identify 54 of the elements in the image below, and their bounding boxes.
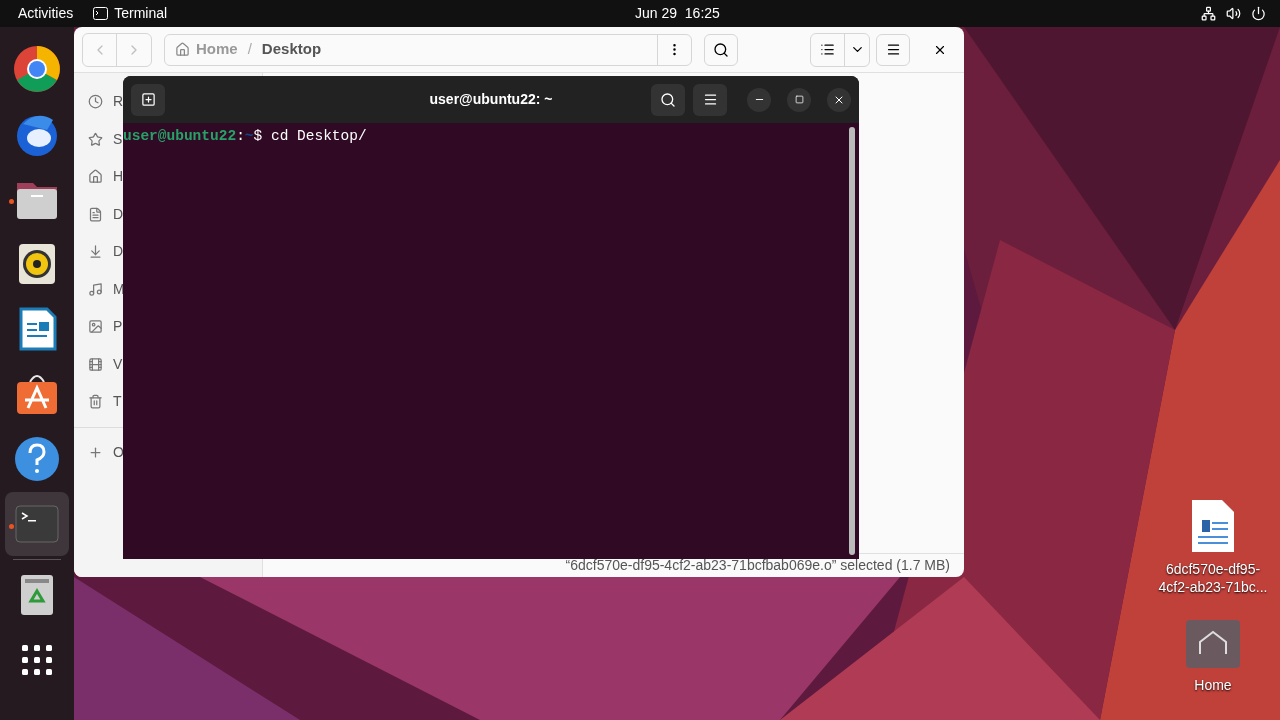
home-icon [175,42,190,57]
recent-icon [88,94,103,110]
search-icon [660,91,676,108]
starred-icon [88,131,103,147]
documents-icon [88,206,103,222]
home-icon [88,169,103,185]
scrollbar[interactable] [849,127,855,555]
home-folder-icon[interactable] [1184,618,1242,670]
activities-button[interactable]: Activities [18,3,74,24]
pictures-icon [88,319,103,335]
sidebar-item[interactable]: H [74,158,124,196]
terminal-line: user@ubuntu22:~$ cd Desktop/ [123,127,368,146]
search-button[interactable] [704,33,738,66]
maximize-icon [794,95,804,104]
path-separator: / [247,39,252,60]
maximize-button[interactable] [787,87,811,112]
chrome-icon [13,45,61,93]
downloads-icon [88,244,103,260]
sidebar-item[interactable]: V [74,345,123,383]
menu-icon [885,42,901,57]
search-icon [713,41,729,58]
icon-label: 6dcf570e-df95- 4cf2-ab23-71bc... [1158,560,1268,596]
videos-icon [88,356,103,372]
path-segment[interactable]: Desktop [261,38,322,61]
music-icon [88,281,103,297]
terminal-icon [93,7,109,20]
icon-label: Home [1194,676,1232,694]
trash-icon [88,394,103,410]
path-bar[interactable]: Home / Desktop [164,33,692,66]
clock[interactable]: Jun 29 16:25 [635,3,720,24]
other-icon [88,444,103,460]
menu-button[interactable] [693,83,727,116]
volume-icon[interactable] [1226,6,1241,21]
new-tab-button[interactable] [131,83,165,116]
sidebar-item[interactable]: S [74,120,123,158]
sidebar-item[interactable]: P [74,308,123,346]
menu-button[interactable] [876,33,910,66]
sidebar-item[interactable]: D [74,195,124,233]
new-tab-icon [140,92,156,107]
menu-icon [702,92,718,107]
help-icon [13,435,61,483]
network-icon[interactable] [1201,6,1216,21]
sidebar-item[interactable]: R [74,83,124,121]
document-icon[interactable] [1190,498,1236,554]
status-text: “6dcf570e-df95-4cf2-ab23-71bcfbab069e.o” selected (1.7 MB) [565,556,950,575]
app-grid-icon [20,643,54,677]
window-title: user@ubuntu22: ~ [429,90,553,109]
sidebar-item[interactable]: O [74,433,124,471]
sidebar-item[interactable]: D [74,233,124,271]
search-button[interactable] [651,83,685,116]
power-icon[interactable] [1251,6,1266,21]
app-menu[interactable]: Terminal [93,3,168,24]
list-icon [820,42,835,57]
sidebar-item[interactable]: T [74,383,122,421]
